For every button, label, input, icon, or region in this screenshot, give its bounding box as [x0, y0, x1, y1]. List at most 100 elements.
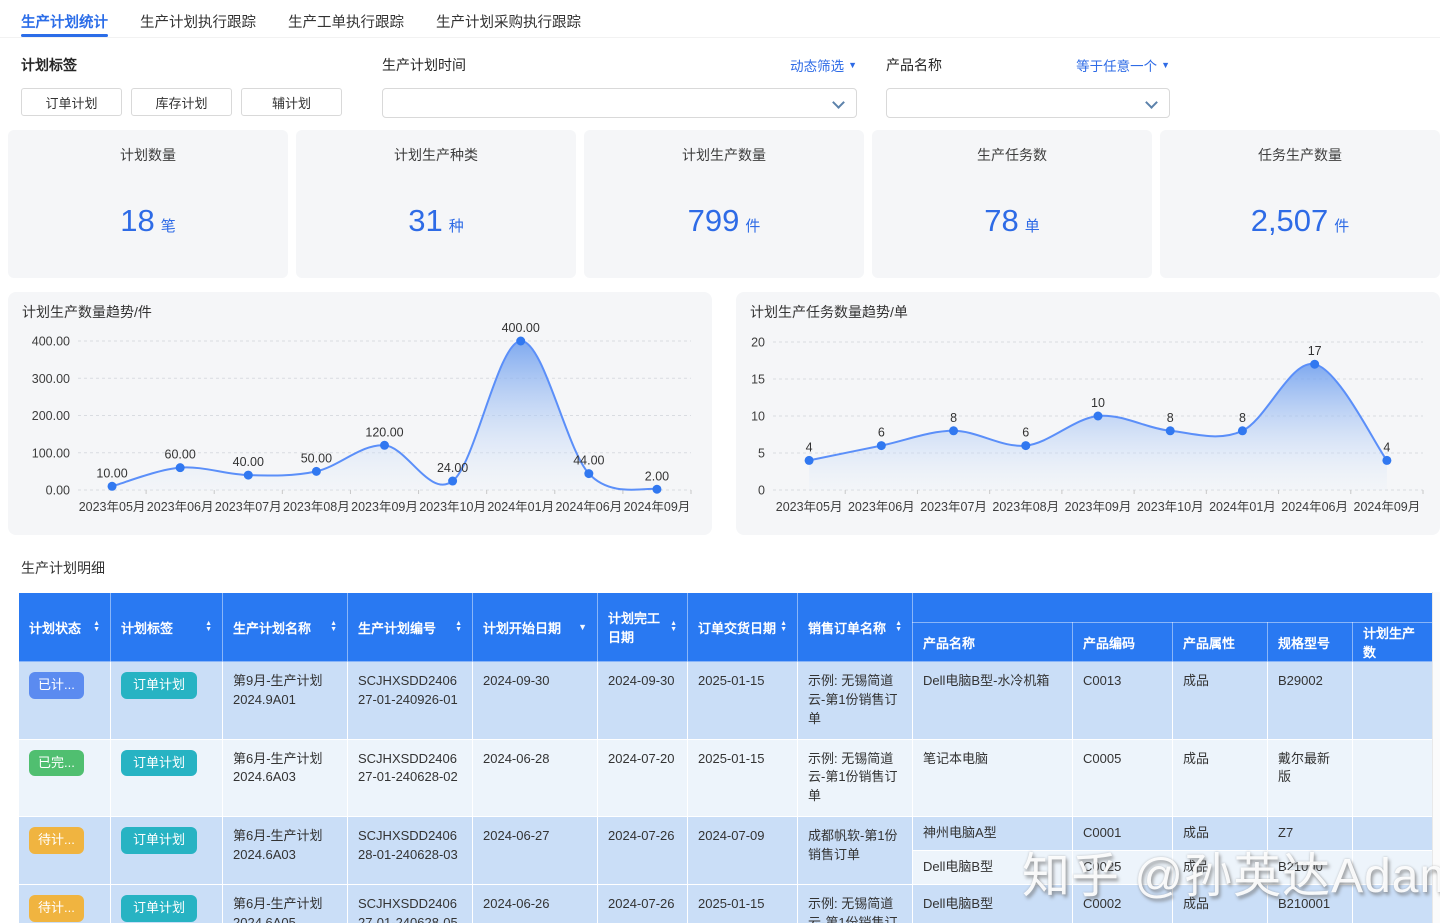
stat-card-label: 计划数量 — [120, 147, 176, 163]
svg-text:44.00: 44.00 — [573, 454, 604, 468]
cell-start-date: 2024-09-30 — [472, 661, 598, 740]
column-header-label: 计划状态 — [29, 620, 82, 636]
product-name-filter: 产品名称 等于任意一个 ▼ — [886, 55, 1170, 118]
tab-production-plan-statistics[interactable]: 生产计划统计 — [21, 0, 108, 37]
column-header-label: 计划完工日期 — [608, 611, 661, 645]
table-row[interactable]: 待计... 订单计划 第6月-生产计划 2024.6A03 SCJHXSDD24062… — [18, 816, 1432, 886]
svg-text:10: 10 — [751, 410, 765, 424]
column-header-3[interactable]: 生产计划编号 ▲ ▼ — [347, 592, 473, 662]
plan-tag-button-0[interactable]: 订单计划 — [21, 88, 122, 116]
stat-cards: 计划数量 18 笔 计划生产种类 31 种 计划生产数量 799 件 生产任务数 78 单 任务生产数量… — [8, 130, 1440, 278]
product-column-header-4[interactable]: 计划生产数 — [1351, 622, 1432, 662]
svg-text:2.00: 2.00 — [645, 469, 669, 483]
plan-tag-label: 计划标签 — [21, 57, 77, 73]
status-badge: 已完... — [29, 749, 84, 777]
plan-tag-button-2[interactable]: 辅计划 — [241, 88, 342, 116]
svg-text:2023年08月: 2023年08月 — [992, 500, 1059, 514]
svg-text:15: 15 — [751, 373, 765, 387]
sort-icon[interactable]: ▲ ▼ — [205, 620, 212, 633]
sort-icon[interactable]: ▲ ▼ — [895, 620, 902, 633]
cell-start-date: 2024-06-28 — [472, 738, 598, 818]
product-name-select[interactable] — [886, 88, 1170, 118]
cell-plan-code: SCJHXSDD240627-01-240926-01 — [347, 661, 473, 740]
svg-text:2023年05月: 2023年05月 — [79, 500, 146, 514]
plan-time-select[interactable] — [382, 88, 857, 118]
sort-desc-icon[interactable]: ▼ — [578, 622, 587, 632]
cell-product-code: C0001 — [1072, 816, 1173, 852]
cell-product-name: 神州电脑A型 — [912, 816, 1073, 852]
sort-icon[interactable]: ▲ ▼ — [93, 620, 100, 633]
stat-card: 生产任务数 78 单 — [872, 130, 1152, 278]
product-mode-link[interactable]: 等于任意一个 ▼ — [1076, 55, 1170, 75]
plan-time-mode-text: 动态筛选 — [790, 59, 845, 74]
stat-card-label: 计划生产种类 — [394, 147, 478, 163]
cell-product-code: C0002 — [1072, 884, 1173, 923]
cell-product-name: Dell电脑B型 — [912, 850, 1073, 886]
column-header-5[interactable]: 计划完工日期 ▲ ▼ — [597, 592, 688, 662]
tab-bar: 生产计划统计 生产计划执行跟踪 生产工单执行跟踪 生产计划采购执行跟踪 — [0, 0, 1440, 38]
cell-end-date: 2024-09-30 — [597, 661, 688, 740]
svg-text:24.00: 24.00 — [437, 461, 468, 475]
cell-product-qty — [1351, 850, 1432, 886]
chevron-down-icon — [832, 96, 845, 109]
svg-text:2024年09月: 2024年09月 — [624, 500, 691, 514]
cell-product-name: 笔记本电脑 — [912, 738, 1073, 818]
tab-plan-purchase-execution[interactable]: 生产计划采购执行跟踪 — [436, 0, 581, 37]
svg-text:60.00: 60.00 — [165, 448, 196, 462]
table-row[interactable]: 待计... 订单计划 第6月-生产计划 2024.6A05 SCJHXSDD24062… — [18, 884, 1432, 923]
product-column-header-0[interactable]: 产品名称 — [912, 622, 1073, 662]
plan-time-mode-link[interactable]: 动态筛选 ▼ — [790, 55, 857, 75]
vertical-scrollbar[interactable] — [1432, 592, 1440, 923]
svg-text:6: 6 — [1022, 426, 1029, 440]
cell-sales-order: 示例: 无锡简道云-第1份销售订单 — [797, 738, 913, 818]
cell-end-date: 2024-07-20 — [597, 738, 688, 818]
column-header-7[interactable]: 销售订单名称 ▲ ▼ — [797, 592, 913, 662]
sort-icon[interactable]: ▲ ▼ — [455, 620, 462, 633]
cell-product-spec: 戴尔最新版 — [1267, 738, 1353, 818]
table-row[interactable]: 已计... 订单计划 第9月-生产计划 2024.9A01 SCJHXSDD24062… — [18, 661, 1432, 740]
chevron-down-icon — [1145, 96, 1158, 109]
cell-plan-status: 待计... — [18, 884, 111, 923]
chart-panel-task-qty: 计划生产任务数量趋势/单 0 5 10 15 20 2023年05月 2023年06月 202… — [736, 292, 1440, 535]
svg-text:120.00: 120.00 — [365, 425, 403, 439]
caret-down-icon: ▼ — [1161, 60, 1170, 70]
plan-tag-button-1[interactable]: 库存计划 — [131, 88, 232, 116]
stat-card-label: 计划生产数量 — [682, 147, 766, 163]
cell-product-name: Dell电脑B型 — [912, 884, 1073, 923]
product-name-label: 产品名称 — [886, 57, 942, 73]
svg-text:400.00: 400.00 — [32, 335, 70, 349]
product-column-header-1[interactable]: 产品编码 — [1072, 622, 1173, 662]
column-header-0[interactable]: 计划状态 ▲ ▼ — [18, 592, 111, 662]
column-header-2[interactable]: 生产计划名称 ▲ ▼ — [222, 592, 348, 662]
product-column-header-3[interactable]: 规格型号 — [1267, 622, 1353, 662]
status-badge: 已计... — [29, 672, 84, 699]
column-header-1[interactable]: 计划标签 ▲ ▼ — [110, 592, 223, 662]
cell-product-code: C0005 — [1072, 738, 1173, 818]
column-header-label: 计划开始日期 — [483, 620, 562, 636]
table-row[interactable]: 已完... 订单计划 第6月-生产计划 2024.6A03 SCJHXSDD24062… — [18, 738, 1432, 818]
tab-production-plan-execution[interactable]: 生产计划执行跟踪 — [140, 0, 256, 37]
cell-plan-status: 已计... — [18, 661, 111, 740]
cell-plan-code: SCJHXSDD240627-01-240628-02 — [347, 738, 473, 818]
table-section-title: 生产计划明细 — [21, 560, 105, 576]
sort-icon[interactable]: ▲ ▼ — [670, 620, 677, 633]
column-header-6[interactable]: 订单交货日期 ▲ ▼ — [687, 592, 798, 662]
svg-text:0: 0 — [758, 484, 765, 498]
stat-card-label: 生产任务数 — [977, 147, 1047, 163]
tab-work-order-execution[interactable]: 生产工单执行跟踪 — [288, 0, 404, 37]
status-badge: 待计... — [29, 827, 84, 854]
svg-text:5: 5 — [758, 447, 765, 461]
column-header-4[interactable]: 计划开始日期 ▼ — [472, 592, 598, 662]
svg-text:20: 20 — [751, 336, 765, 350]
cell-sales-order: 示例: 无锡简道云-第1份销售订单 — [797, 661, 913, 740]
cell-plan-status: 已完... — [18, 738, 111, 818]
cell-start-date: 2024-06-27 — [472, 816, 598, 886]
stat-card: 计划生产数量 799 件 — [584, 130, 864, 278]
sort-icon[interactable]: ▲ ▼ — [780, 620, 787, 633]
stat-card-value: 18 笔 — [120, 203, 176, 238]
sort-icon[interactable]: ▲ ▼ — [330, 620, 337, 633]
product-column-header-2[interactable]: 产品属性 — [1172, 622, 1268, 662]
cell-end-date: 2024-07-26 — [597, 884, 688, 923]
cell-plan-tag: 订单计划 — [110, 661, 223, 740]
cell-product-spec: B29002 — [1267, 661, 1353, 740]
